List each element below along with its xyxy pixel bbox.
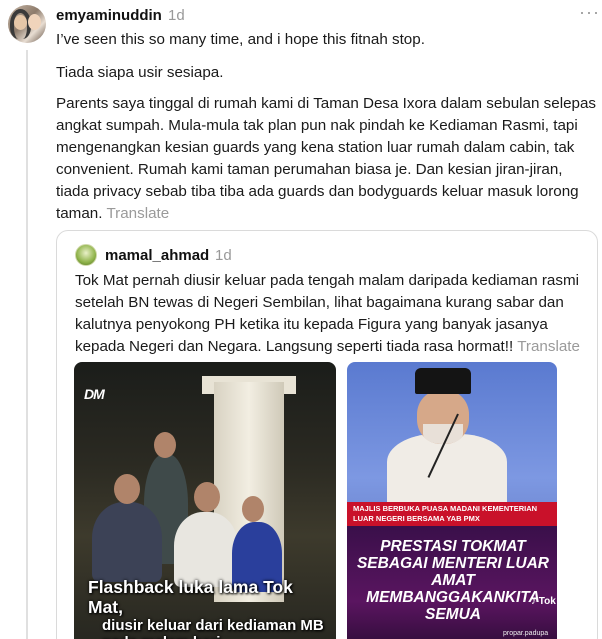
thread-post: emyaminuddin 1d ··· I’ve seen this so ma… xyxy=(0,0,602,639)
quoted-username[interactable]: mamal_ahmad xyxy=(105,247,209,264)
tiktok-label: Tok xyxy=(538,596,556,607)
person-figure xyxy=(174,512,238,587)
person-head xyxy=(242,496,264,522)
translate-link[interactable]: Translate xyxy=(106,205,169,222)
post-text-paragraph: Parents saya tinggal di rumah kami di Ta… xyxy=(56,93,596,225)
person-figure xyxy=(92,502,162,582)
avatar[interactable] xyxy=(75,244,97,266)
post-time: 1d xyxy=(168,7,185,24)
quoted-text-paragraph: Tok Mat pernah diusir keluar pada tengah… xyxy=(75,270,585,358)
post-username[interactable]: emyaminuddin xyxy=(56,7,162,24)
caption-line: diusir keluar dari kediaman MB pada mala… xyxy=(102,617,324,639)
speaker-body xyxy=(387,434,507,504)
dm-logo: DM xyxy=(84,386,105,402)
translate-link[interactable]: Translate xyxy=(517,338,580,355)
caption-line: Flashback luka lama Tok Mat, xyxy=(88,577,293,617)
post-text-line: I’ve seen this so many time, and i hope … xyxy=(56,31,425,48)
image-caption: Flashback luka lama Tok Mat, diusir kelu… xyxy=(88,577,328,639)
quoted-image-2[interactable]: MAJLIS BERBUKA PUASA MADANI KEMENTERIAN … xyxy=(347,362,557,639)
post-text-line: Tiada siapa usir sesiapa. xyxy=(56,64,224,81)
person-head xyxy=(194,482,220,512)
news-banner: MAJLIS BERBUKA PUASA MADANI KEMENTERIAN … xyxy=(347,502,557,526)
headline-panel: PRESTASI TOKMAT SEBAGAI MENTERI LUAR AMA… xyxy=(347,526,557,639)
avatar[interactable] xyxy=(8,5,46,43)
tiktok-icon: ♪ Tok xyxy=(531,596,556,607)
headline-text: PRESTASI TOKMAT SEBAGAI MENTERI LUAR AMA… xyxy=(356,538,550,623)
quoted-text-body: Tok Mat pernah diusir keluar pada tengah… xyxy=(75,272,579,355)
person-head xyxy=(114,474,140,504)
more-horizontal-icon[interactable]: ··· xyxy=(579,3,600,21)
thread-line xyxy=(26,50,28,639)
quoted-post[interactable]: mamal_ahmad 1d Tok Mat pernah diusir kel… xyxy=(56,230,598,639)
speaker-songkok xyxy=(415,368,471,394)
quoted-time: 1d xyxy=(215,247,232,264)
avatar-face xyxy=(28,14,41,30)
avatar-face xyxy=(14,15,27,30)
watermark: propar.padupa xyxy=(503,630,549,637)
post-text-body: Parents saya tinggal di rumah kami di Ta… xyxy=(56,95,597,222)
quoted-image-1[interactable]: DM Flashback luka lama Tok Mat, diusir k… xyxy=(74,362,336,639)
person-head xyxy=(154,432,176,458)
